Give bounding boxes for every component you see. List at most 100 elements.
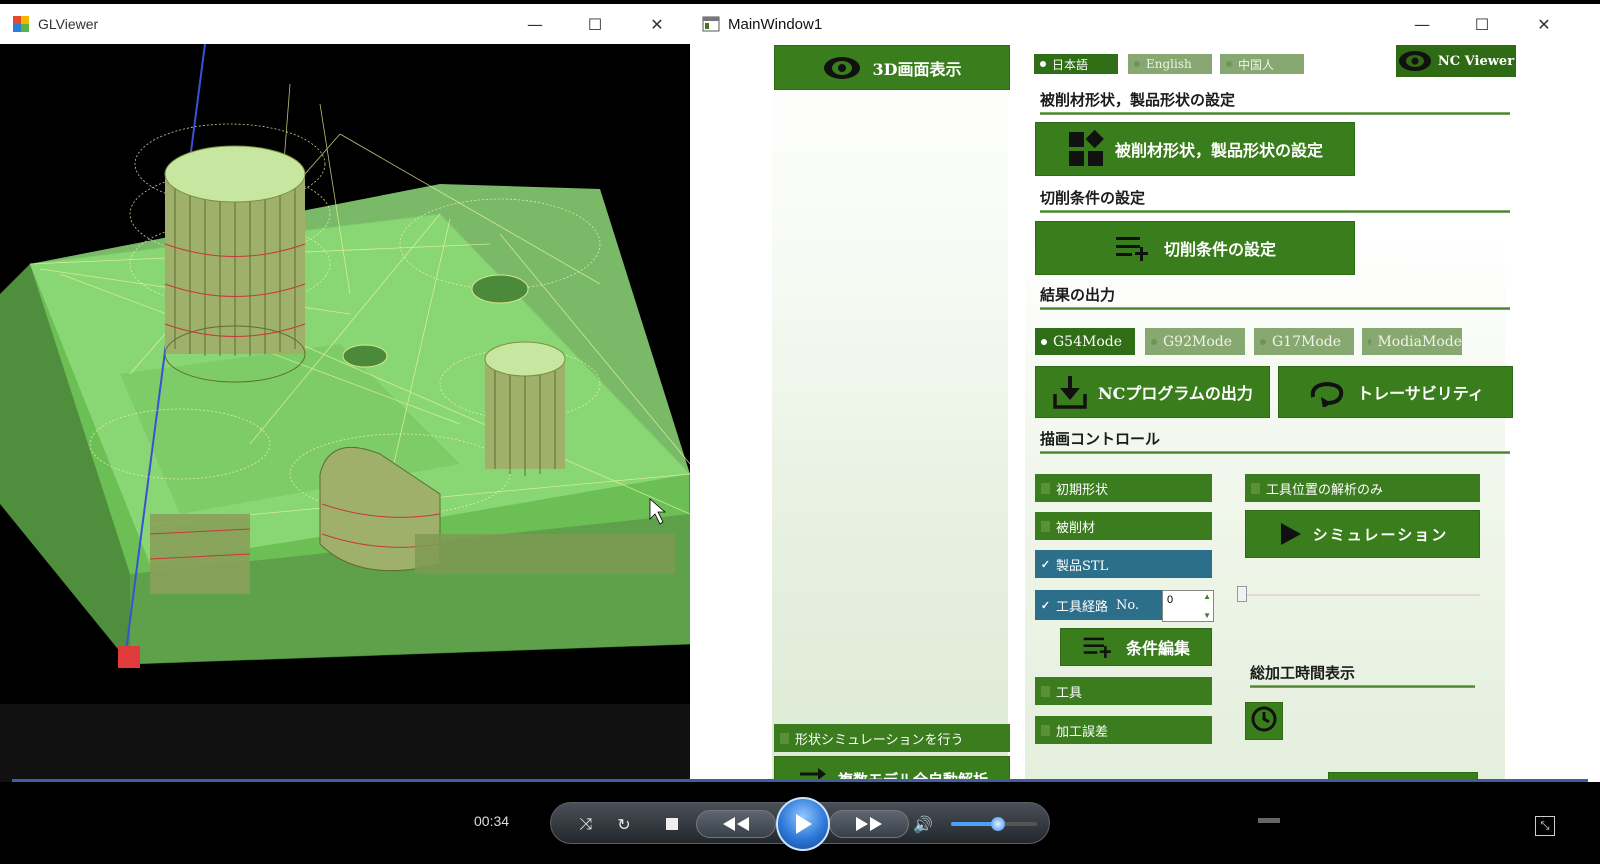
shape-settings-label: 被削材形状，製品形状の設定	[1114, 141, 1323, 160]
view-3d-button[interactable]: 3D画面表示	[774, 45, 1010, 90]
glviewer-footer	[0, 704, 690, 784]
section-divider	[1040, 307, 1510, 310]
output-section-heading: 結果の出力	[1040, 286, 1116, 304]
main-window: MainWindow1 — ☐ ✕ 3D画面表示 日本語 English 中国人	[690, 4, 1600, 814]
maximize-button[interactable]: ☐	[565, 4, 625, 44]
radio-dot	[1260, 338, 1266, 345]
section-divider	[1250, 685, 1475, 688]
loop-arrow-icon	[1307, 377, 1347, 407]
maximize-button[interactable]: ☐	[1452, 4, 1512, 44]
traceability-button[interactable]: トレーサビリティ	[1278, 366, 1513, 418]
shapes-icon	[1067, 130, 1105, 168]
mode-tab-g92[interactable]: G92Mode	[1145, 328, 1245, 355]
workpiece-checkbox[interactable]: 被削材	[1035, 512, 1212, 540]
switch-to-compact-icon[interactable]: ⤡	[1535, 816, 1555, 836]
main-title: MainWindow1	[728, 15, 823, 33]
mode-label: G92Mode	[1163, 333, 1233, 350]
mode-label: G54Mode	[1053, 333, 1123, 350]
condition-edit-button[interactable]: 条件編集	[1060, 628, 1212, 666]
playback-time: 00:34	[474, 813, 510, 829]
cutting-settings-button[interactable]: 切削条件の設定	[1035, 221, 1355, 275]
lang-label: 日本語	[1052, 57, 1089, 72]
close-button[interactable]: ✕	[1514, 4, 1574, 44]
stop-button[interactable]	[663, 815, 681, 833]
radio-dot	[1226, 61, 1232, 67]
shuffle-icon[interactable]: ⤨	[575, 813, 597, 835]
radio-dot	[1040, 61, 1046, 67]
simulation-slider-thumb[interactable]	[1237, 586, 1247, 602]
initial-shape-checkbox[interactable]: 初期形状	[1035, 474, 1212, 502]
list-add-icon	[1114, 233, 1154, 263]
simulation-slider-track[interactable]	[1245, 594, 1480, 596]
nc-output-button[interactable]: NCプログラムの出力	[1035, 366, 1270, 418]
traceability-label: トレーサビリティ	[1357, 384, 1484, 403]
nc-viewer-button[interactable]: NC Viewer	[1396, 45, 1516, 77]
lang-tab-english[interactable]: English	[1128, 54, 1212, 74]
fast-forward-icon	[849, 813, 889, 835]
volume-icon[interactable]: 🔊	[911, 813, 935, 835]
mode-tab-g17[interactable]: G17Mode	[1254, 328, 1354, 355]
lang-tab-japanese[interactable]: 日本語	[1034, 54, 1118, 74]
radio-dot	[1041, 338, 1047, 345]
radio-dot	[1134, 61, 1140, 67]
clock-button[interactable]	[1245, 702, 1283, 740]
play-icon	[1277, 521, 1303, 547]
shape-simulation-checkbox[interactable]: 形状シミュレーションを行う	[774, 724, 1010, 752]
media-controls: ⤨ ↻ 🔊	[550, 797, 1050, 851]
window-icon	[702, 16, 720, 32]
tool-path-no-label: No.	[1116, 597, 1140, 613]
glviewer-titlebar[interactable]: GLViewer — ☐ ✕	[0, 4, 690, 44]
checkbox-label: 形状シミュレーションを行う	[795, 732, 964, 748]
minimize-button[interactable]: —	[505, 4, 565, 44]
simulation-button[interactable]: シミュレーション	[1245, 510, 1480, 558]
3d-viewport[interactable]	[0, 44, 690, 700]
stepper-up-icon[interactable]: ▲	[1203, 592, 1211, 601]
minimize-button[interactable]: —	[1392, 4, 1452, 44]
stop-icon	[666, 818, 678, 830]
volume-knob[interactable]	[991, 817, 1006, 831]
checkbox-label: 被削材	[1056, 520, 1096, 536]
section-divider	[1040, 451, 1510, 454]
mode-tab-modia[interactable]: ModiaMode	[1362, 328, 1462, 355]
lang-tab-chinese[interactable]: 中国人	[1220, 54, 1304, 74]
eye-icon	[1398, 50, 1432, 72]
section-divider	[1040, 210, 1510, 213]
3d-model-render	[0, 44, 690, 668]
app-icon	[13, 16, 29, 32]
mode-tab-g54[interactable]: G54Mode	[1035, 328, 1135, 355]
repeat-icon[interactable]: ↻	[613, 813, 635, 835]
tool-checkbox[interactable]: 工具	[1035, 677, 1212, 705]
stepper-down-icon[interactable]: ▼	[1203, 611, 1211, 620]
tool-position-only-checkbox[interactable]: 工具位置の解析のみ	[1245, 474, 1480, 502]
checkbox-box	[1041, 724, 1050, 736]
close-button[interactable]: ✕	[627, 4, 687, 44]
grip-handle[interactable]	[1258, 818, 1280, 823]
play-button[interactable]	[776, 797, 830, 851]
checkbox-box	[780, 732, 789, 744]
checkbox-label: 製品STL	[1056, 558, 1109, 574]
check-icon: ✓	[1040, 598, 1051, 612]
machining-error-checkbox[interactable]: 加工誤差	[1035, 716, 1212, 744]
cutting-settings-label: 切削条件の設定	[1163, 240, 1276, 259]
product-stl-checkbox[interactable]: ✓ 製品STL	[1035, 550, 1212, 578]
stepper-value: 0	[1167, 594, 1174, 606]
volume-slider[interactable]	[951, 817, 1037, 831]
clock-icon	[1250, 705, 1278, 737]
rewind-icon	[716, 813, 756, 835]
check-icon: ✓	[1040, 557, 1051, 571]
nc-output-label: NCプログラムの出力	[1098, 384, 1253, 403]
shape-settings-button[interactable]: 被削材形状，製品形状の設定	[1035, 122, 1355, 176]
main-titlebar[interactable]: MainWindow1 — ☐ ✕	[690, 4, 1600, 44]
checkbox-label: 加工誤差	[1056, 724, 1109, 740]
checkbox-label: 工具	[1056, 685, 1083, 701]
eye-icon	[822, 55, 862, 81]
download-icon	[1052, 374, 1088, 410]
cutting-section-heading: 切削条件の設定	[1040, 189, 1146, 207]
desktop: GLViewer — ☐ ✕ MainWindow1 — ☐ ✕ 3D画面表示 …	[0, 0, 1600, 864]
glviewer-title: GLViewer	[38, 16, 99, 32]
lang-label: 中国人	[1238, 57, 1275, 72]
tool-path-number-stepper[interactable]: 0 ▲ ▼	[1162, 590, 1214, 622]
view-3d-label: 3D画面表示	[872, 59, 962, 79]
checkbox-box	[1041, 482, 1050, 494]
tool-path-checkbox[interactable]: ✓ 工具経路 No.	[1035, 590, 1163, 620]
